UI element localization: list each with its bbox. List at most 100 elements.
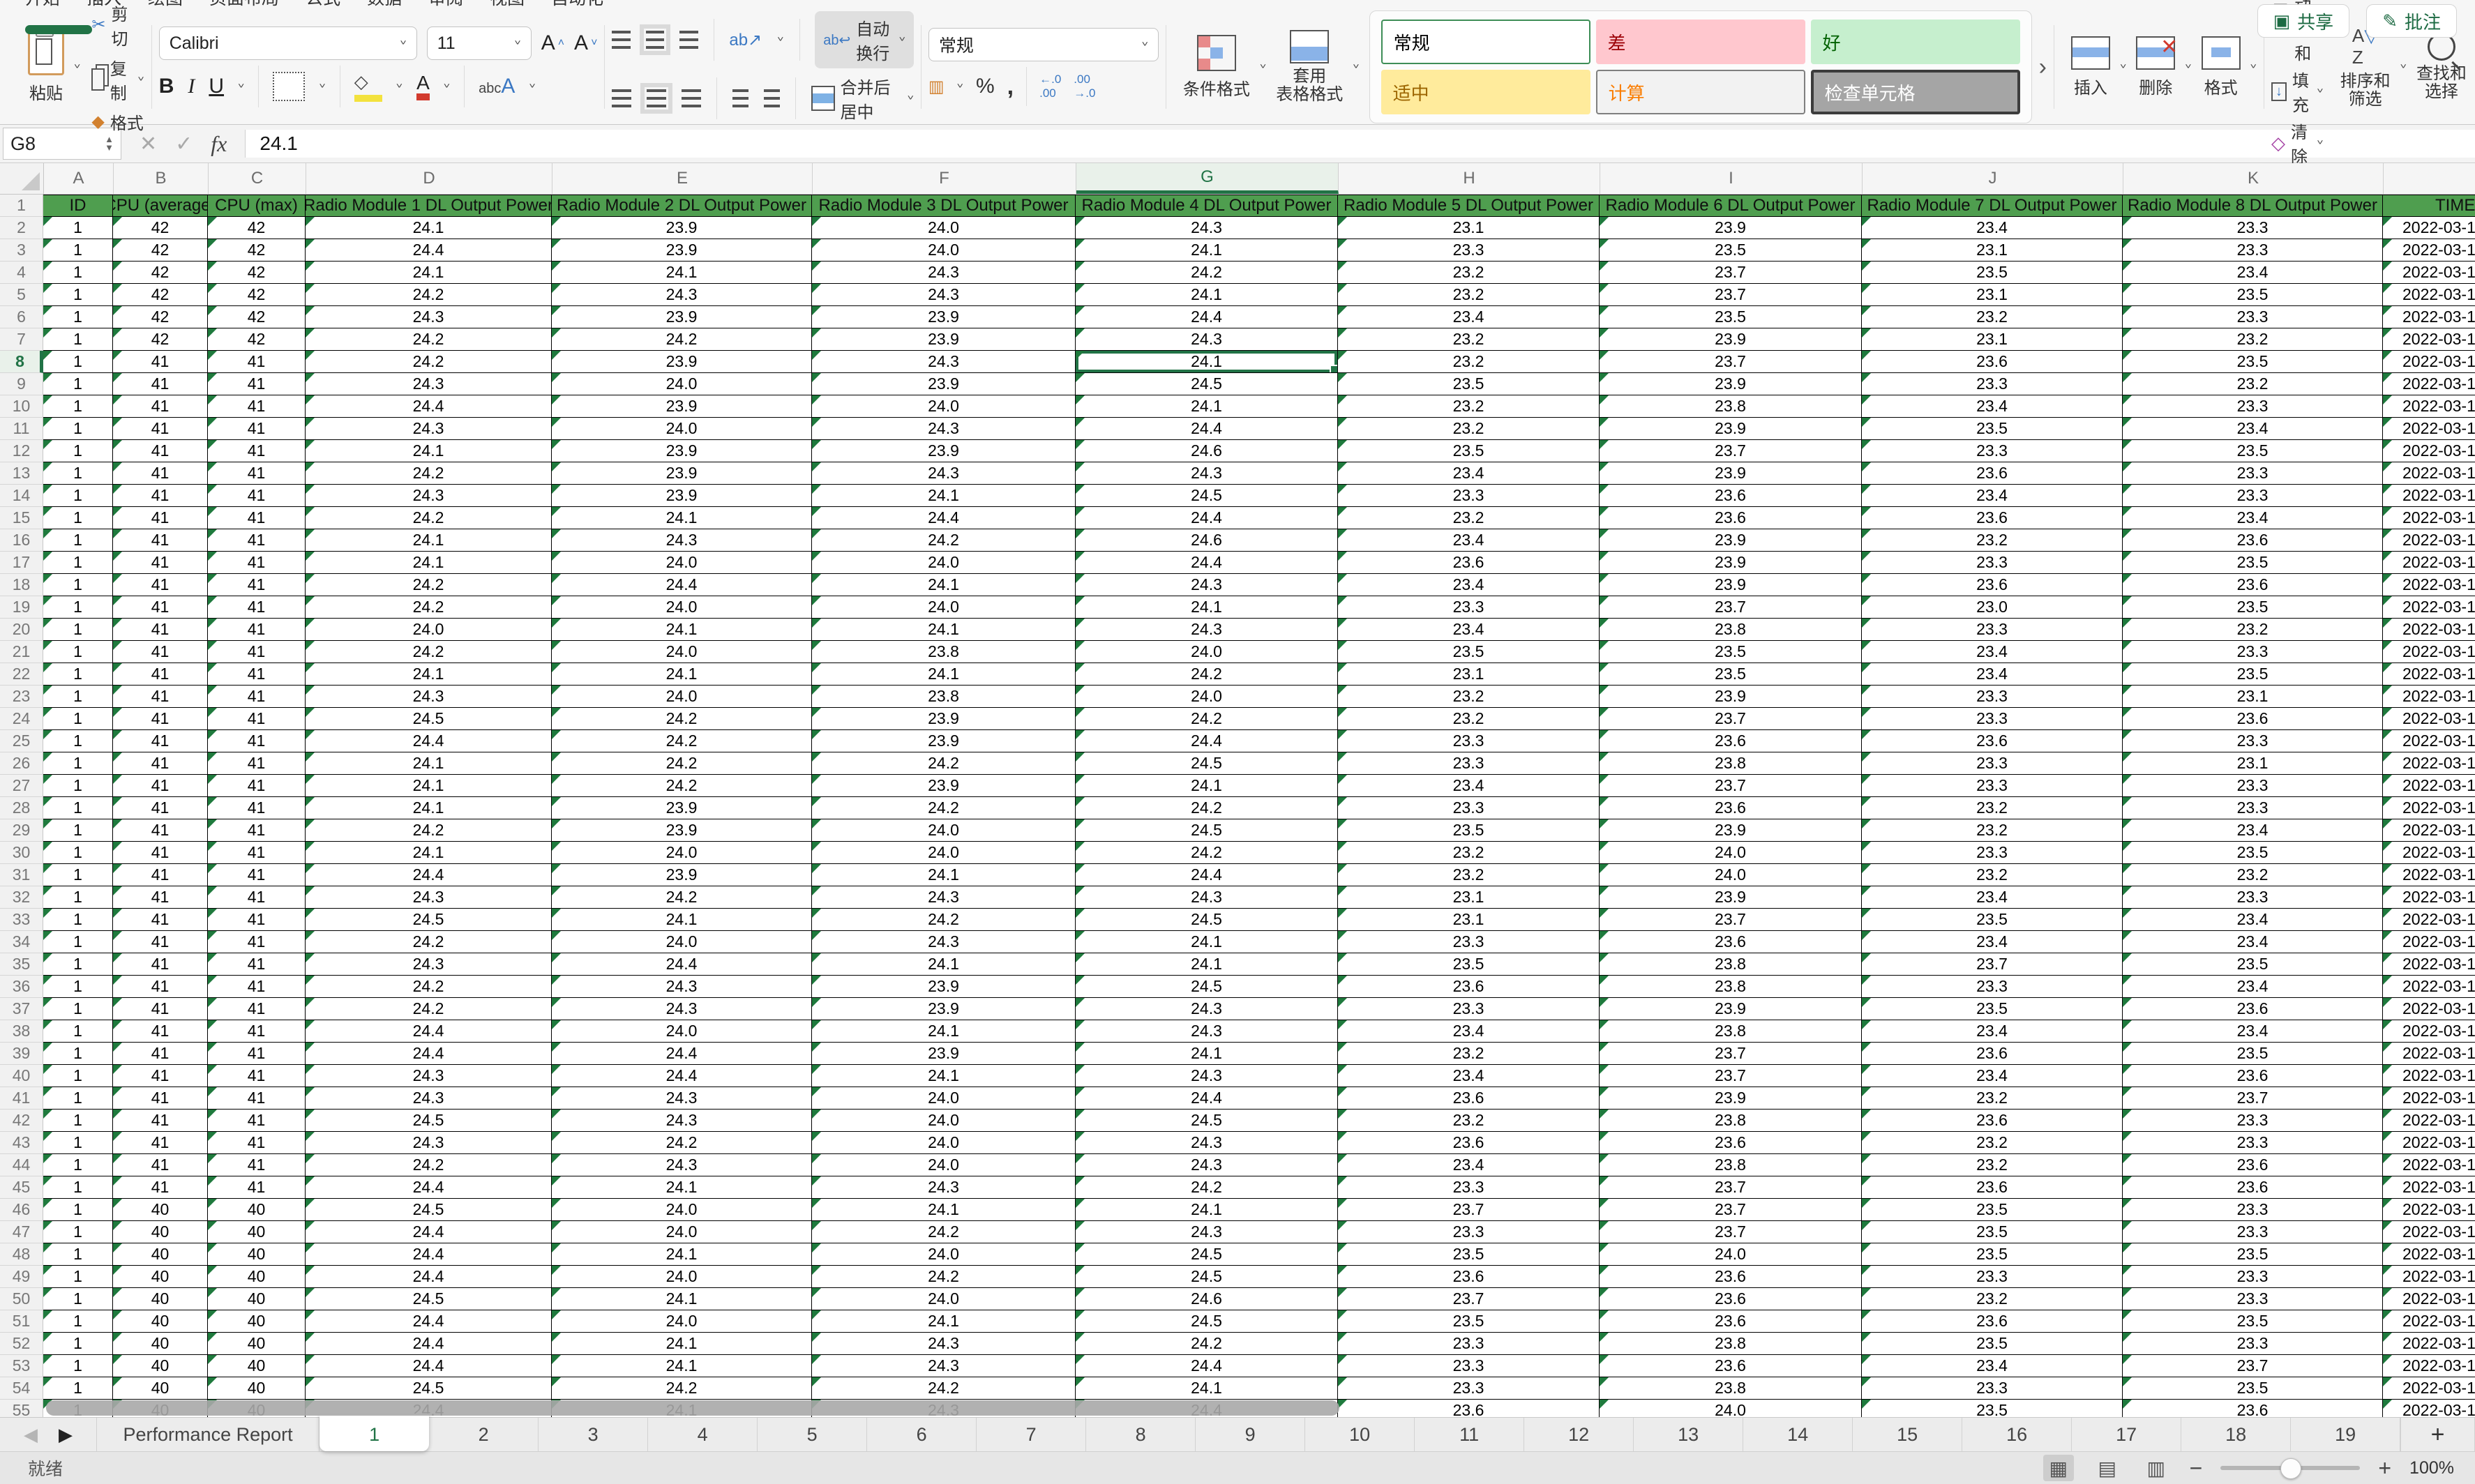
table-cell[interactable]: 24.5 [306,909,552,931]
table-cell[interactable]: 23.9 [552,819,812,842]
row-header-40[interactable]: 40 [0,1065,43,1087]
table-cell[interactable]: 23.9 [552,395,812,418]
table-cell[interactable]: 23.6 [1862,574,2123,596]
table-cell[interactable]: 24.5 [306,1199,552,1221]
table-cell[interactable]: 23.7 [1600,909,1862,931]
table-cell[interactable]: 2022-03-1 [2383,819,2475,842]
table-cell[interactable]: 23.2 [1338,1043,1600,1065]
horizontal-scrollbar[interactable] [46,1400,1339,1416]
table-cell[interactable]: 24.2 [552,328,812,351]
table-header-cell[interactable]: Radio Module 2 DL Output Power [552,195,812,217]
table-cell[interactable]: 23.2 [1862,797,2123,819]
underline-button[interactable]: U [209,75,224,98]
table-cell[interactable]: 41 [208,1020,306,1043]
table-cell[interactable]: 2022-03-1 [2383,775,2475,797]
table-cell[interactable]: 1 [43,328,113,351]
table-cell[interactable]: 2022-03-1 [2383,1221,2475,1243]
table-cell[interactable]: 23.6 [2123,529,2383,552]
table-cell[interactable]: 40 [113,1355,208,1377]
row-header-45[interactable]: 45 [0,1176,43,1199]
table-cell[interactable]: 24.1 [552,262,812,284]
table-cell[interactable]: 41 [208,373,306,395]
row-header-8[interactable]: 8 [0,351,43,373]
table-cell[interactable]: 23.4 [1862,395,2123,418]
table-cell[interactable]: 23.6 [1600,1266,1862,1288]
table-cell[interactable]: 1 [43,462,113,485]
align-top-button[interactable] [612,31,630,49]
conditional-formatting-button[interactable]: 条件格式 [1173,35,1260,100]
table-cell[interactable]: 24.5 [1076,819,1338,842]
clear-button[interactable]: ◇清除˅ [2271,119,2324,167]
column-header-H[interactable]: H [1339,163,1600,194]
table-cell[interactable]: 23.6 [2123,574,2383,596]
table-cell[interactable]: 41 [208,462,306,485]
table-cell[interactable]: 23.6 [1862,1043,2123,1065]
table-cell[interactable]: 1 [43,306,113,328]
table-cell[interactable]: 2022-03-1 [2383,1377,2475,1400]
table-cell[interactable]: 41 [113,886,208,909]
borders-button[interactable] [273,72,305,101]
table-cell[interactable]: 23.3 [2123,217,2383,239]
font-color-dropdown[interactable]: ˅ [444,82,450,91]
copy-dropdown[interactable]: ˅ [137,75,144,84]
row-header-21[interactable]: 21 [0,641,43,663]
table-cell[interactable]: 24.3 [812,462,1076,485]
table-cell[interactable]: 23.7 [1600,440,1862,462]
table-cell[interactable]: 1 [43,262,113,284]
decrease-indent-button[interactable] [732,89,748,107]
table-cell[interactable]: 24.0 [552,686,812,708]
table-cell[interactable]: 24.0 [812,1087,1076,1110]
table-cell[interactable]: 23.5 [2123,663,2383,686]
table-cell[interactable]: 23.3 [2123,239,2383,262]
row-header-41[interactable]: 41 [0,1087,43,1110]
table-cell[interactable]: 41 [208,1043,306,1065]
table-cell[interactable]: 24.0 [552,596,812,619]
table-cell[interactable]: 24.1 [306,529,552,552]
ribbon-tab-页面布局[interactable]: 页面布局 [209,0,279,10]
table-cell[interactable]: 23.4 [1862,1020,2123,1043]
table-cell[interactable]: 24.3 [306,1065,552,1087]
selected-cell-G8[interactable]: 24.1 [1076,351,1338,373]
table-cell[interactable]: 23.4 [2123,262,2383,284]
table-cell[interactable]: 23.9 [1600,552,1862,574]
table-cell[interactable]: 1 [43,619,113,641]
table-cell[interactable]: 23.7 [1600,1176,1862,1199]
table-cell[interactable]: 24.4 [812,507,1076,529]
table-cell[interactable]: 41 [113,1043,208,1065]
table-cell[interactable]: 23.6 [1600,507,1862,529]
table-cell[interactable]: 24.0 [812,1243,1076,1266]
table-cell[interactable]: 1 [43,998,113,1020]
table-cell[interactable]: 41 [113,752,208,775]
table-cell[interactable]: 23.3 [1338,730,1600,752]
table-cell[interactable]: 1 [43,1020,113,1043]
table-cell[interactable]: 23.4 [1862,1065,2123,1087]
table-cell[interactable]: 2022-03-1 [2383,462,2475,485]
row-header-33[interactable]: 33 [0,909,43,931]
table-cell[interactable]: 23.9 [812,976,1076,998]
column-header-D[interactable]: D [306,163,552,194]
table-cell[interactable]: 1 [43,239,113,262]
table-cell[interactable]: 2022-03-1 [2383,663,2475,686]
table-cell[interactable]: 41 [113,953,208,976]
page-layout-view-button[interactable]: ▤ [2092,1455,2123,1481]
italic-button[interactable]: I [188,75,195,98]
table-cell[interactable]: 42 [208,284,306,306]
table-cell[interactable]: 23.9 [1600,462,1862,485]
table-cell[interactable]: 24.2 [306,596,552,619]
table-cell[interactable]: 23.3 [1338,1221,1600,1243]
table-cell[interactable]: 1 [43,1043,113,1065]
table-cell[interactable]: 23.4 [1338,574,1600,596]
table-cell[interactable]: 23.5 [1338,1310,1600,1333]
align-bottom-button[interactable] [679,31,698,49]
accounting-format-button[interactable]: ▥ [928,77,945,97]
table-cell[interactable]: 2022-03-1 [2383,217,2475,239]
table-cell[interactable]: 41 [113,998,208,1020]
table-cell[interactable]: 23.5 [1338,373,1600,395]
table-cell[interactable]: 24.2 [1076,842,1338,864]
table-cell[interactable]: 24.0 [812,1288,1076,1310]
table-header-cell[interactable]: CPU (max) [208,195,306,217]
table-cell[interactable]: 24.3 [1076,1132,1338,1154]
table-cell[interactable]: 1 [43,485,113,507]
table-cell[interactable]: 24.2 [552,775,812,797]
table-cell[interactable]: 24.4 [1076,864,1338,886]
